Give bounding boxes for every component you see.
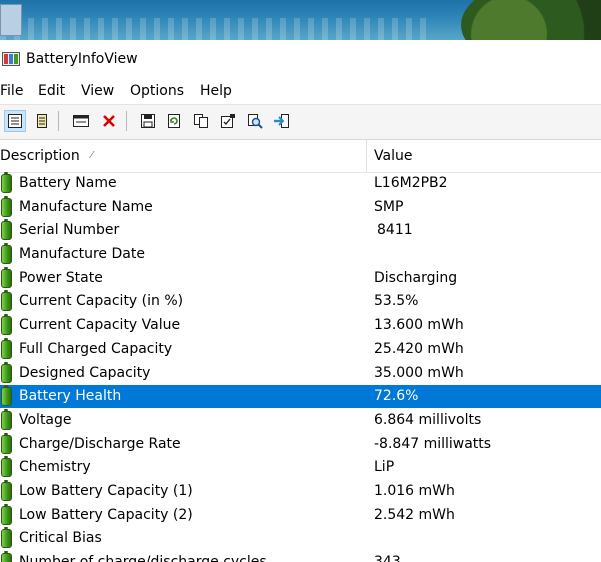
row-description: Chemistry bbox=[19, 459, 91, 475]
table-row[interactable]: Serial Number 8411 bbox=[0, 219, 601, 242]
table-row[interactable]: Low Battery Capacity (2) 2.542 mWh bbox=[0, 504, 601, 527]
properties-icon[interactable] bbox=[217, 110, 239, 132]
menu-options[interactable]: Options bbox=[130, 83, 184, 99]
row-value: 35.000 mWh bbox=[374, 365, 464, 381]
battery-icon bbox=[1, 527, 12, 548]
window-titlebar[interactable]: BatteryInfoView bbox=[0, 40, 601, 80]
table-row[interactable]: Full Charged Capacity 25.420 mWh bbox=[0, 338, 601, 361]
menu-file[interactable]: File bbox=[0, 83, 23, 99]
delete-icon[interactable] bbox=[98, 110, 120, 132]
battery-icon bbox=[1, 172, 12, 193]
row-description: Serial Number bbox=[19, 222, 120, 238]
battery-icon bbox=[1, 456, 12, 477]
copy-icon[interactable] bbox=[190, 110, 212, 132]
window-title: BatteryInfoView bbox=[26, 51, 138, 67]
table-row[interactable]: Designed Capacity 35.000 mWh bbox=[0, 362, 601, 385]
table-row[interactable]: Current Capacity Value 13.600 mWh bbox=[0, 314, 601, 337]
menu-help[interactable]: Help bbox=[200, 83, 232, 99]
row-description: Manufacture Name bbox=[19, 199, 153, 215]
row-description: Designed Capacity bbox=[19, 365, 151, 381]
table-row[interactable]: Battery Name L16M2PB2 bbox=[0, 172, 601, 195]
table-row[interactable]: Manufacture Name SMP bbox=[0, 196, 601, 219]
wallpaper-island bbox=[461, 0, 601, 40]
sort-ascending-icon: ⁄ bbox=[91, 150, 93, 161]
row-description: Low Battery Capacity (1) bbox=[19, 483, 193, 499]
battery-icon bbox=[1, 433, 12, 454]
row-description: Voltage bbox=[19, 412, 72, 428]
row-description: Battery Health bbox=[19, 388, 122, 404]
row-value: 6.864 millivolts bbox=[374, 412, 482, 428]
row-description: Power State bbox=[19, 270, 103, 286]
menu-bar: File Edit View Options Help bbox=[0, 80, 601, 104]
app-icon bbox=[2, 52, 20, 66]
row-description: Charge/Discharge Rate bbox=[19, 436, 181, 452]
row-value: 1.016 mWh bbox=[374, 483, 455, 499]
row-value: 13.600 mWh bbox=[374, 317, 464, 333]
find-icon[interactable] bbox=[244, 110, 266, 132]
battery-icon bbox=[1, 409, 12, 430]
battery-icon bbox=[1, 551, 12, 562]
row-value: 25.420 mWh bbox=[374, 341, 464, 357]
row-value: -8.847 milliwatts bbox=[374, 436, 492, 452]
view-details-icon[interactable] bbox=[4, 110, 26, 132]
table-row[interactable]: Chemistry LiP bbox=[0, 456, 601, 479]
properties-window-icon[interactable] bbox=[70, 110, 92, 132]
row-value: 53.5% bbox=[374, 293, 419, 309]
battery-icon bbox=[1, 243, 12, 264]
row-value: 2.542 mWh bbox=[374, 507, 455, 523]
row-description: Low Battery Capacity (2) bbox=[19, 507, 193, 523]
column-header-value[interactable]: Value bbox=[374, 148, 412, 164]
row-description: Manufacture Date bbox=[19, 246, 145, 262]
exit-icon[interactable] bbox=[271, 110, 293, 132]
row-description: Number of charge/discharge cycles bbox=[19, 554, 267, 562]
table-row[interactable]: Current Capacity (in %) 53.5% bbox=[0, 290, 601, 313]
menu-edit[interactable]: Edit bbox=[38, 83, 65, 99]
battery-icon bbox=[1, 338, 12, 359]
row-value: 8411 bbox=[377, 222, 413, 238]
wallpaper-waves bbox=[0, 18, 430, 40]
row-value: L16M2PB2 bbox=[374, 175, 448, 191]
table-row[interactable]: Power State Discharging bbox=[0, 267, 601, 290]
row-description: Full Charged Capacity bbox=[19, 341, 173, 357]
row-value: Discharging bbox=[374, 270, 458, 286]
toolbar-separator bbox=[58, 111, 59, 131]
column-header-description[interactable]: Description bbox=[0, 148, 80, 164]
toolbar bbox=[0, 104, 601, 140]
table-row[interactable]: Critical Bias bbox=[0, 527, 601, 550]
table-row[interactable]: Charge/Discharge Rate -8.847 milliwatts bbox=[0, 433, 601, 456]
battery-icon bbox=[1, 362, 12, 383]
battery-icon bbox=[1, 385, 12, 406]
battery-icon bbox=[1, 267, 12, 288]
battery-icon bbox=[1, 196, 12, 217]
row-value: 72.6% bbox=[374, 388, 419, 404]
row-description: Battery Name bbox=[19, 175, 117, 191]
column-divider[interactable] bbox=[366, 140, 367, 172]
refresh-icon[interactable] bbox=[163, 110, 185, 132]
row-description: Critical Bias bbox=[19, 530, 102, 546]
row-description: Current Capacity (in %) bbox=[19, 293, 184, 309]
desktop-shortcut-icon[interactable] bbox=[0, 4, 22, 36]
battery-icon bbox=[1, 219, 12, 240]
toolbar-separator bbox=[126, 111, 127, 131]
table-row[interactable]: Number of charge/discharge cycles 343 bbox=[0, 551, 601, 562]
battery-icon bbox=[1, 314, 12, 335]
menu-view[interactable]: View bbox=[81, 83, 114, 99]
row-value: 343 bbox=[374, 554, 401, 562]
battery-info-list: Battery Name L16M2PB2 Manufacture Name SMP… bbox=[0, 172, 601, 562]
view-report-icon[interactable] bbox=[31, 110, 53, 132]
table-row[interactable]: Low Battery Capacity (1) 1.016 mWh bbox=[0, 480, 601, 503]
table-row[interactable]: Voltage 6.864 millivolts bbox=[0, 409, 601, 432]
table-row[interactable]: Manufacture Date bbox=[0, 243, 601, 266]
save-icon[interactable] bbox=[137, 110, 159, 132]
table-row-selected[interactable]: Battery Health 72.6% bbox=[0, 385, 601, 408]
row-value: SMP bbox=[374, 199, 404, 215]
list-header: Description ⁄ Value bbox=[0, 140, 601, 173]
row-description: Current Capacity Value bbox=[19, 317, 181, 333]
desktop-wallpaper bbox=[0, 0, 601, 40]
battery-icon bbox=[1, 480, 12, 501]
row-value: LiP bbox=[374, 459, 395, 475]
battery-icon bbox=[1, 504, 12, 525]
battery-icon bbox=[1, 290, 12, 311]
